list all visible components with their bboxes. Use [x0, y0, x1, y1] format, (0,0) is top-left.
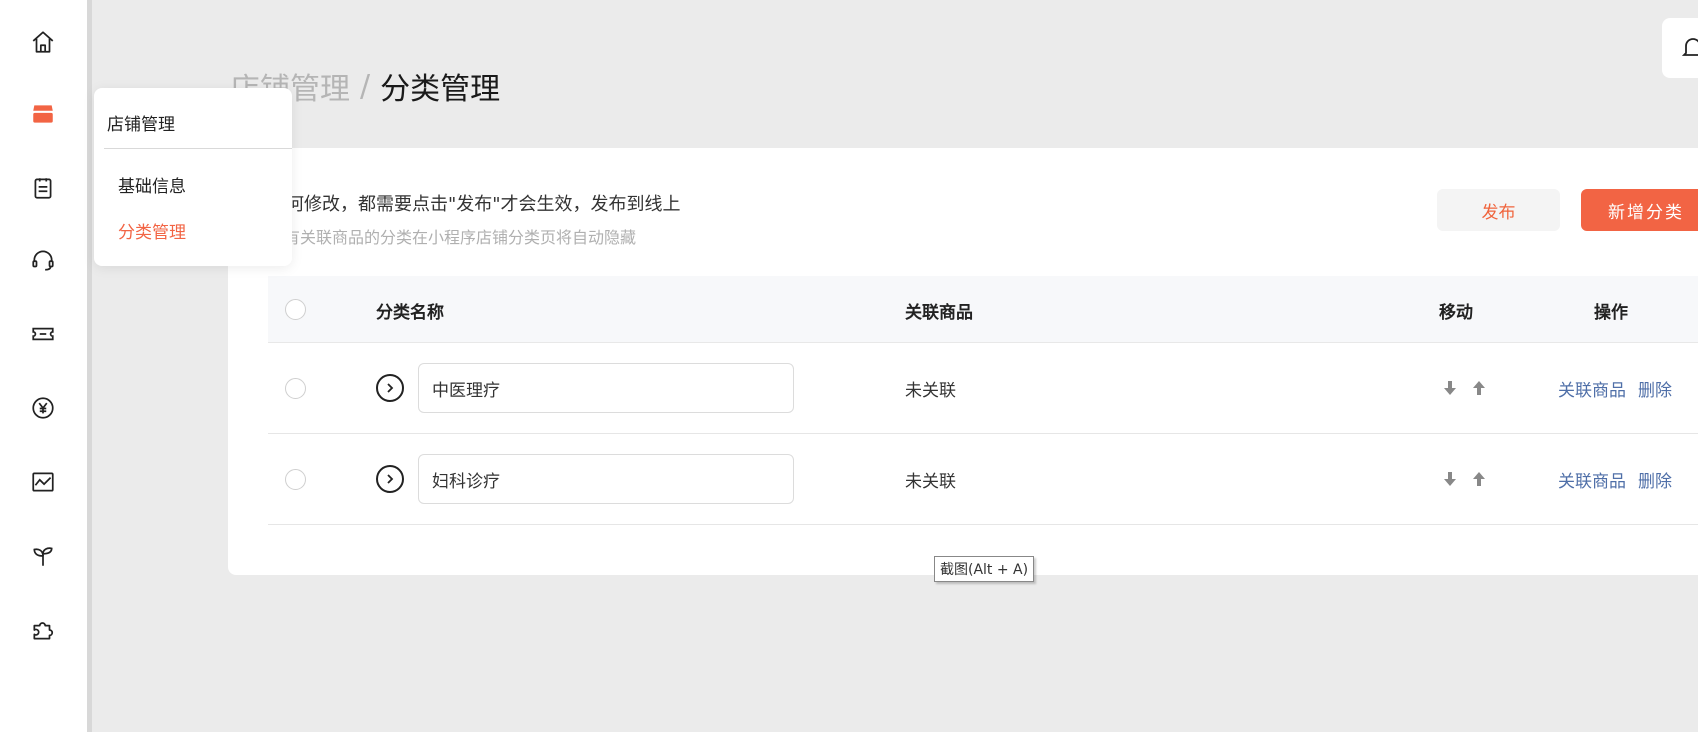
ticket-icon[interactable] [27, 318, 59, 350]
publish-button[interactable]: 发布 [1437, 189, 1560, 231]
clipboard-icon[interactable] [27, 172, 59, 204]
puzzle-icon[interactable] [27, 614, 59, 646]
arrow-down-icon[interactable] [1440, 469, 1460, 489]
home-icon[interactable] [27, 26, 59, 58]
store-icon[interactable] [27, 98, 59, 130]
table-row: 未关联 关联商品 删除 [268, 434, 1698, 525]
category-table: 分类名称 关联商品 移动 操作 未关联 关联商品 删除 [268, 276, 1698, 525]
select-all-radio[interactable] [285, 299, 306, 320]
table-header: 分类名称 关联商品 移动 操作 [268, 276, 1698, 343]
flyout-divider [104, 148, 292, 149]
add-category-button[interactable]: 新增分类 [1581, 189, 1698, 231]
arrow-up-icon[interactable] [1469, 469, 1489, 489]
chevron-right-icon[interactable] [376, 374, 404, 402]
chart-icon[interactable] [27, 466, 59, 498]
link-products-button[interactable]: 关联商品 [1558, 467, 1626, 492]
sidebar [0, 0, 92, 732]
column-header-linked: 关联商品 [905, 303, 973, 323]
table-row: 未关联 关联商品 删除 [268, 343, 1698, 434]
flyout-title: 店铺管理 [107, 115, 175, 135]
chevron-right-icon[interactable] [376, 465, 404, 493]
category-name-input[interactable] [418, 363, 794, 413]
store-management-flyout: 店铺管理 基础信息 分类管理 [94, 88, 292, 266]
flyout-item-category-management[interactable]: 分类管理 [118, 218, 186, 243]
arrow-down-icon[interactable] [1440, 378, 1460, 398]
breadcrumb-separator: / [360, 68, 371, 104]
sprout-icon[interactable] [27, 540, 59, 572]
column-header-action: 操作 [1594, 303, 1628, 323]
publish-notice: 任何修改，都需要点击"发布"才会生效，发布到线上 [268, 194, 681, 215]
linked-status: 未关联 [905, 381, 956, 401]
page-title: 分类管理 [380, 72, 501, 107]
column-header-name: 分类名称 [376, 303, 444, 323]
category-name-input[interactable] [418, 454, 794, 504]
arrow-up-icon[interactable] [1469, 378, 1489, 398]
delete-button[interactable]: 删除 [1638, 376, 1672, 401]
hidden-category-notice: 没有关联商品的分类在小程序店铺分类页将自动隐藏 [268, 228, 637, 247]
screenshot-tooltip: 截图(Alt + A) [934, 556, 1035, 582]
row-select-radio[interactable] [285, 378, 306, 399]
notification-button[interactable] [1662, 18, 1698, 78]
flyout-item-basic-info[interactable]: 基础信息 [118, 172, 186, 197]
column-header-move: 移动 [1439, 303, 1473, 323]
bell-icon [1682, 38, 1698, 56]
headset-icon[interactable] [27, 244, 59, 276]
row-select-radio[interactable] [285, 469, 306, 490]
linked-status: 未关联 [905, 472, 956, 492]
link-products-button[interactable]: 关联商品 [1558, 376, 1626, 401]
delete-button[interactable]: 删除 [1638, 467, 1672, 492]
category-panel: 任何修改，都需要点击"发布"才会生效，发布到线上 没有关联商品的分类在小程序店铺… [228, 148, 1698, 575]
yen-icon[interactable] [27, 392, 59, 424]
